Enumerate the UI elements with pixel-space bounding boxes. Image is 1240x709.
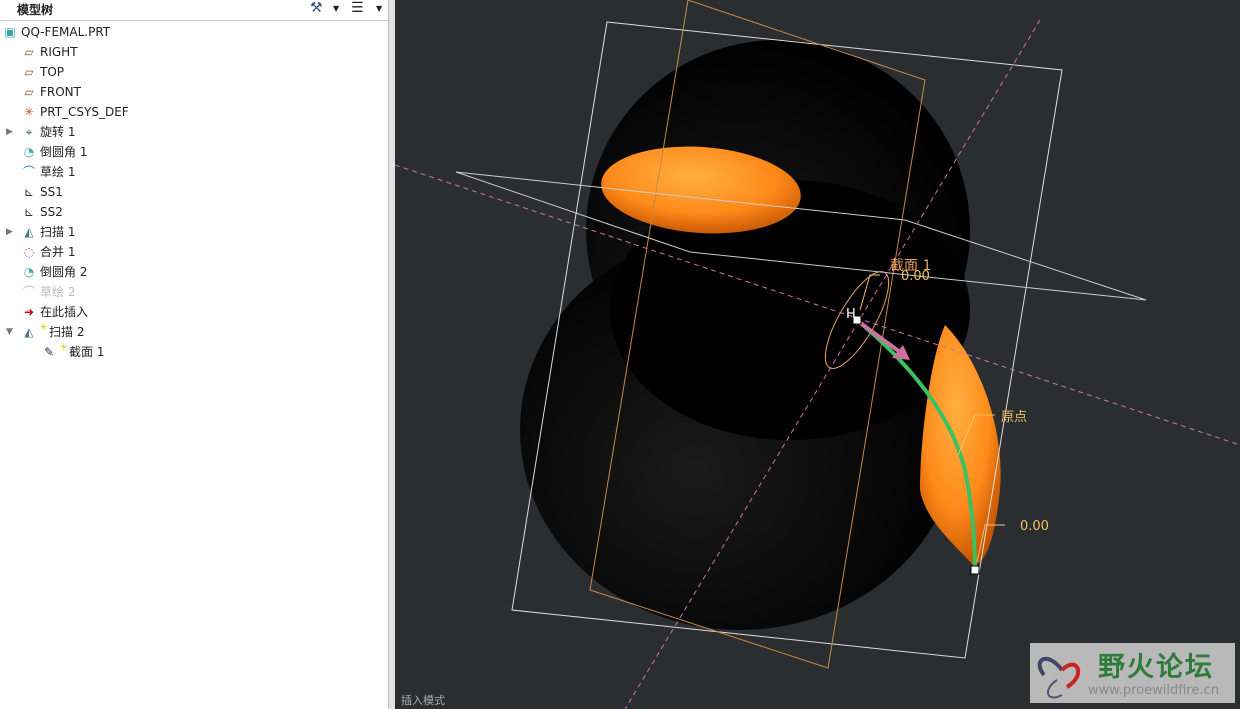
panel-splitter[interactable] (388, 0, 395, 709)
tree-item[interactable]: ◔ 倒圆角 2 (0, 262, 388, 282)
tree-item-label: RIGHT (40, 45, 78, 59)
tree-item-label: 草绘 2 (40, 285, 76, 299)
expand-arrow-icon[interactable]: ▼ (6, 322, 13, 342)
mode-indicator: 插入模式 (401, 694, 445, 707)
tree-item-label: 倒圆角 2 (40, 265, 88, 279)
tree-item-label: PRT_CSYS_DEF (40, 105, 129, 119)
dimension-bottom[interactable]: 0.00 (1020, 519, 1049, 534)
tree-item[interactable]: ⊾ SS2 (0, 202, 388, 222)
round-icon: ◔ (23, 265, 35, 279)
merge-icon: ◌ (23, 245, 35, 259)
datum-plane-icon: ▱ (24, 45, 34, 59)
tree-item-label: 旋转 1 (40, 125, 76, 139)
model-tree-panel: 模型树 ⚒ ▼ ☰ ▼ ▣ QQ-FEMAL.PRT ▱ RIGHT ▱ TOP ▱ FRON… (0, 0, 388, 709)
origin-label: 原点 (1001, 410, 1027, 425)
tree-item-label: 倒圆角 1 (40, 145, 88, 159)
model-tree-header: 模型树 ⚒ ▼ ☰ ▼ (0, 0, 388, 21)
tree-item[interactable]: ▶ ◭ 扫描 1 (0, 222, 388, 242)
model-canvas[interactable]: 截面 1 0.00 H 原点 0.00 (395, 0, 1240, 709)
h-marker: H (846, 307, 856, 322)
graphics-viewport[interactable]: 截面 1 0.00 H 原点 0.00 插入模式 野火论坛 www.proewi… (395, 0, 1240, 709)
sketch-icon: ⌒ (22, 165, 35, 179)
butterfly-logo-icon (1037, 656, 1081, 699)
tree-item[interactable]: ▣ QQ-FEMAL.PRT (0, 22, 388, 42)
tree-item[interactable]: ⊾ SS1 (0, 182, 388, 202)
tree-item[interactable]: ✎ ✳ 截面 1 (0, 342, 388, 362)
watermark: 野火论坛 www.proewildfire.cn (1030, 643, 1235, 703)
model-tree-title: 模型树 (17, 3, 54, 17)
tree-item-label: SS1 (40, 185, 63, 199)
edit-section-icon: ✎ (43, 345, 55, 359)
collapse-arrow-icon[interactable]: ▶ (6, 122, 13, 142)
tree-item[interactable]: ▱ FRONT (0, 82, 388, 102)
sweep-icon: ◭ (24, 325, 34, 339)
tree-item[interactable]: ⌒ 草绘 1 (0, 162, 388, 182)
watermark-url: www.proewildfire.cn (1088, 683, 1219, 698)
tree-item-label: 截面 1 (69, 345, 105, 359)
part-icon: ▣ (4, 25, 16, 39)
tree-item[interactable]: ◌ 合并 1 (0, 242, 388, 262)
model-tree: ▣ QQ-FEMAL.PRT ▱ RIGHT ▱ TOP ▱ FRONT ✳ PRT_CSYS_D… (0, 22, 388, 362)
settings-tools-icon[interactable]: ⚒ (310, 0, 323, 16)
penguin-body (520, 40, 970, 630)
chevron-down-icon[interactable]: ▼ (333, 4, 339, 13)
watermark-name: 野火论坛 (1098, 652, 1214, 683)
sketch-icon: ⌒ (22, 285, 35, 299)
insert-here-arrow-icon: ➜ (23, 305, 35, 319)
datum-plane-icon: ▱ (24, 85, 34, 99)
graph-icon: ⊾ (23, 205, 35, 219)
tree-item-label: SS2 (40, 205, 63, 219)
tree-item[interactable]: ➜ 在此插入 (0, 302, 388, 322)
revolve-icon: ⌖ (25, 125, 33, 139)
tree-item[interactable]: ▼ ◭ ✳ 扫描 2 (0, 322, 388, 342)
datum-plane-icon: ▱ (24, 65, 34, 79)
dimension-top[interactable]: 0.00 (901, 269, 930, 284)
tree-item-label: FRONT (40, 85, 81, 99)
tree-item[interactable]: ◔ 倒圆角 1 (0, 142, 388, 162)
tree-item-label: TOP (40, 65, 65, 79)
new-feature-icon: ✳ (60, 343, 68, 353)
round-icon: ◔ (23, 145, 35, 159)
collapse-arrow-icon[interactable]: ▶ (6, 222, 13, 242)
tree-item[interactable]: ✳ PRT_CSYS_DEF (0, 102, 388, 122)
tree-item[interactable]: ▶ ⌖ 旋转 1 (0, 122, 388, 142)
graph-icon: ⊾ (23, 185, 35, 199)
tree-item-label: 合并 1 (40, 245, 76, 259)
show-list-icon[interactable]: ☰ (351, 0, 364, 16)
tree-item-label: 扫描 1 (40, 225, 76, 239)
tree-item-label: 草绘 1 (40, 165, 76, 179)
sweep-icon: ◭ (24, 225, 34, 239)
tree-item[interactable]: ⌒ 草绘 2 (0, 282, 388, 302)
tree-item[interactable]: ▱ TOP (0, 62, 388, 82)
csys-icon: ✳ (23, 105, 35, 119)
new-feature-icon: ✳ (40, 323, 48, 333)
tree-item[interactable]: ▱ RIGHT (0, 42, 388, 62)
tree-item-label: QQ-FEMAL.PRT (21, 25, 111, 39)
chevron-down-icon[interactable]: ▼ (376, 4, 382, 13)
end-point-handle[interactable] (970, 565, 980, 575)
